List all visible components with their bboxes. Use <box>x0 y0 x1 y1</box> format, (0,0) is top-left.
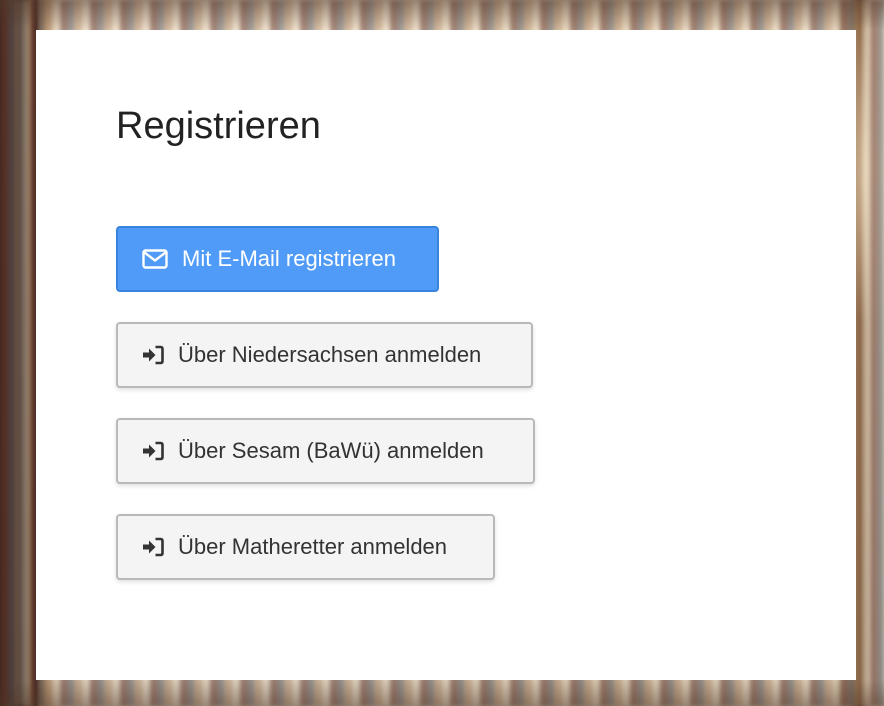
registration-card: Registrieren Mit E-Mail registrieren Übe… <box>36 30 856 680</box>
sign-in-icon <box>142 441 164 461</box>
sesam-login-button[interactable]: Über Sesam (BaWü) anmelden <box>116 418 535 484</box>
email-register-label: Mit E-Mail registrieren <box>182 246 396 271</box>
matheretter-login-button[interactable]: Über Matheretter anmelden <box>116 514 495 580</box>
sign-in-icon <box>142 345 164 365</box>
matheretter-login-label: Über Matheretter anmelden <box>178 534 448 559</box>
envelope-icon <box>142 249 168 269</box>
email-register-button[interactable]: Mit E-Mail registrieren <box>116 226 439 292</box>
sesam-login-label: Über Sesam (BaWü) anmelden <box>178 438 484 463</box>
page-title: Registrieren <box>116 105 321 147</box>
sign-in-icon <box>142 537 164 557</box>
niedersachsen-login-button[interactable]: Über Niedersachsen anmelden <box>116 322 533 388</box>
niedersachsen-login-label: Über Niedersachsen anmelden <box>178 342 482 367</box>
